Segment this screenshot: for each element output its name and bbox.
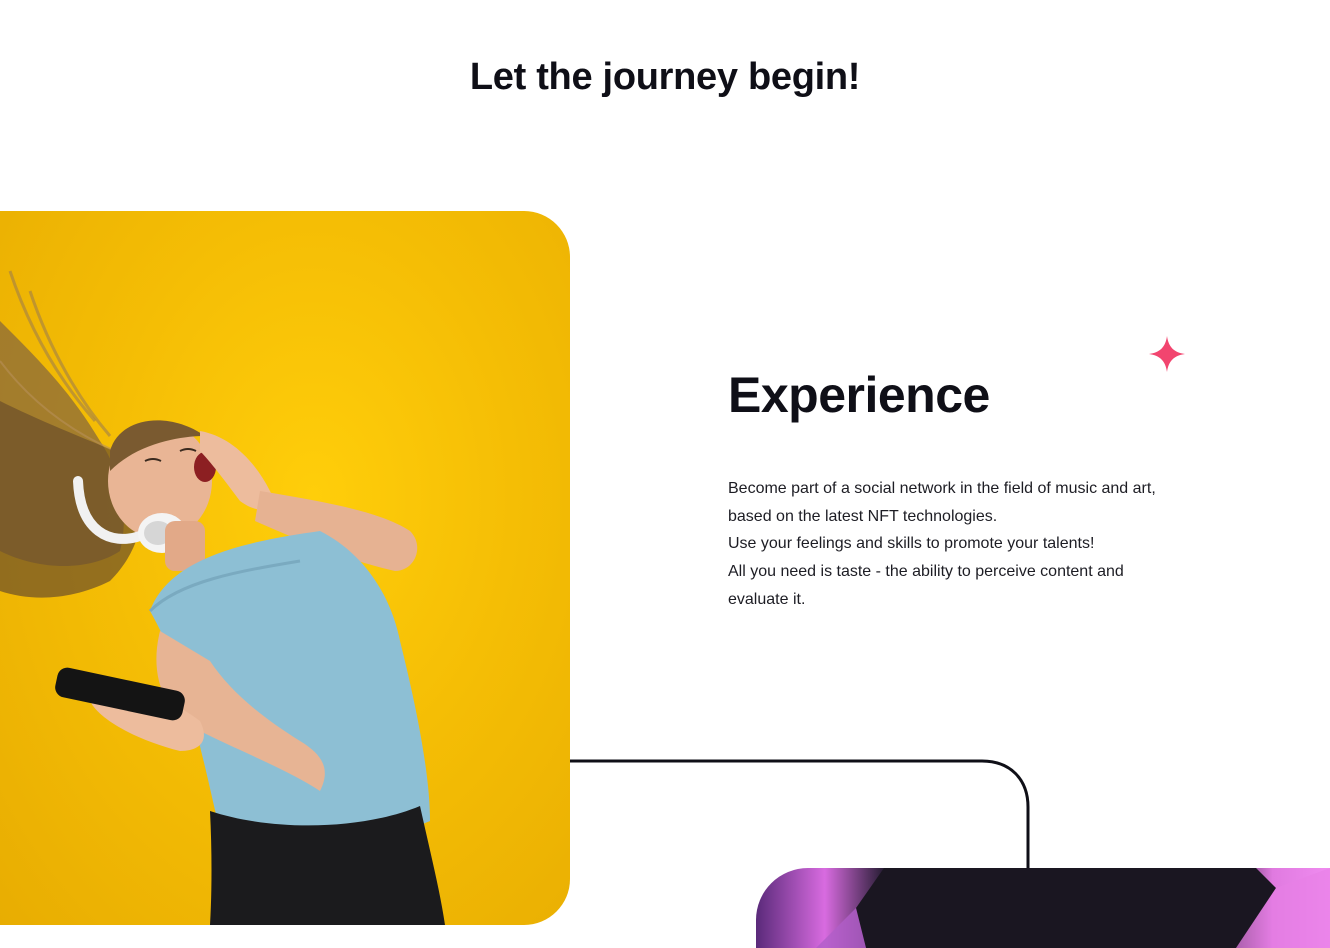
- connector-line: [570, 759, 1030, 879]
- sparkle-icon: [1149, 336, 1185, 372]
- experience-line: Become part of a social network in the f…: [728, 480, 1156, 525]
- nft-artwork-preview: [756, 868, 1330, 948]
- experience-heading: Experience: [728, 367, 990, 423]
- experience-description: Become part of a social network in the f…: [728, 475, 1168, 614]
- experience-line: Use your feelings and skills to promote …: [728, 535, 1095, 553]
- journey-title: Let the journey begin!: [469, 56, 861, 98]
- music-listener-photo: [0, 211, 570, 925]
- experience-line: All you need is taste - the ability to p…: [728, 563, 1124, 608]
- nft-artwork-illustration: [816, 868, 1330, 948]
- music-listener-illustration: [0, 270, 445, 925]
